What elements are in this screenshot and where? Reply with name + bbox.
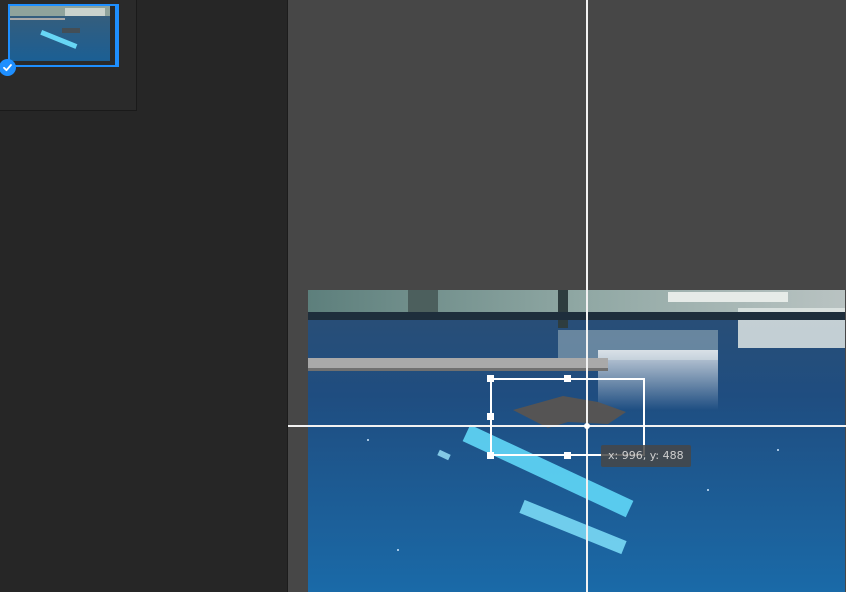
cursor-coordinate-readout: x: 996, y: 488 — [601, 445, 691, 467]
cursor-point — [584, 423, 590, 429]
annotation-app: x: 996, y: 488 — [0, 0, 846, 592]
resize-handle-bottom-mid[interactable] — [564, 452, 571, 459]
annotation-canvas[interactable]: x: 996, y: 488 — [287, 0, 846, 592]
image-thumbnail[interactable] — [8, 4, 119, 67]
resize-handle-top-left[interactable] — [487, 375, 494, 382]
resize-handle-top-mid[interactable] — [564, 375, 571, 382]
resize-handle-bottom-left[interactable] — [487, 452, 494, 459]
selected-checkmark-icon — [0, 59, 16, 76]
crosshair-vertical-line — [586, 0, 588, 592]
thumbnail-panel — [0, 0, 137, 111]
resize-handle-mid-left[interactable] — [487, 413, 494, 420]
